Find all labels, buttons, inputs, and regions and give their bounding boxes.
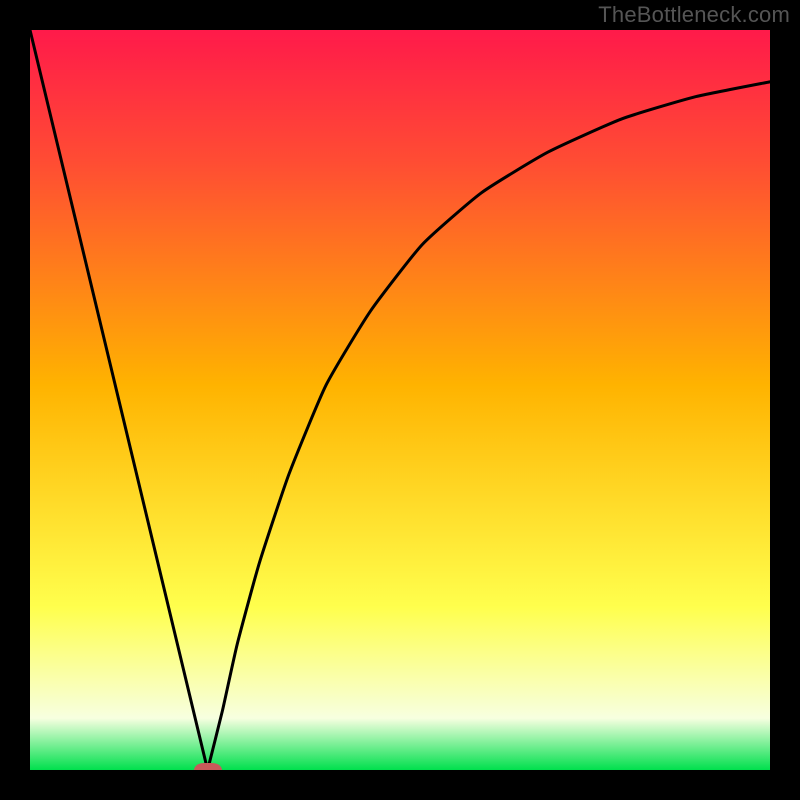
plot-area [30, 30, 770, 770]
watermark-text: TheBottleneck.com [598, 2, 790, 28]
bottleneck-curve [30, 30, 770, 770]
minimum-marker [194, 763, 222, 770]
chart-frame: TheBottleneck.com [0, 0, 800, 800]
